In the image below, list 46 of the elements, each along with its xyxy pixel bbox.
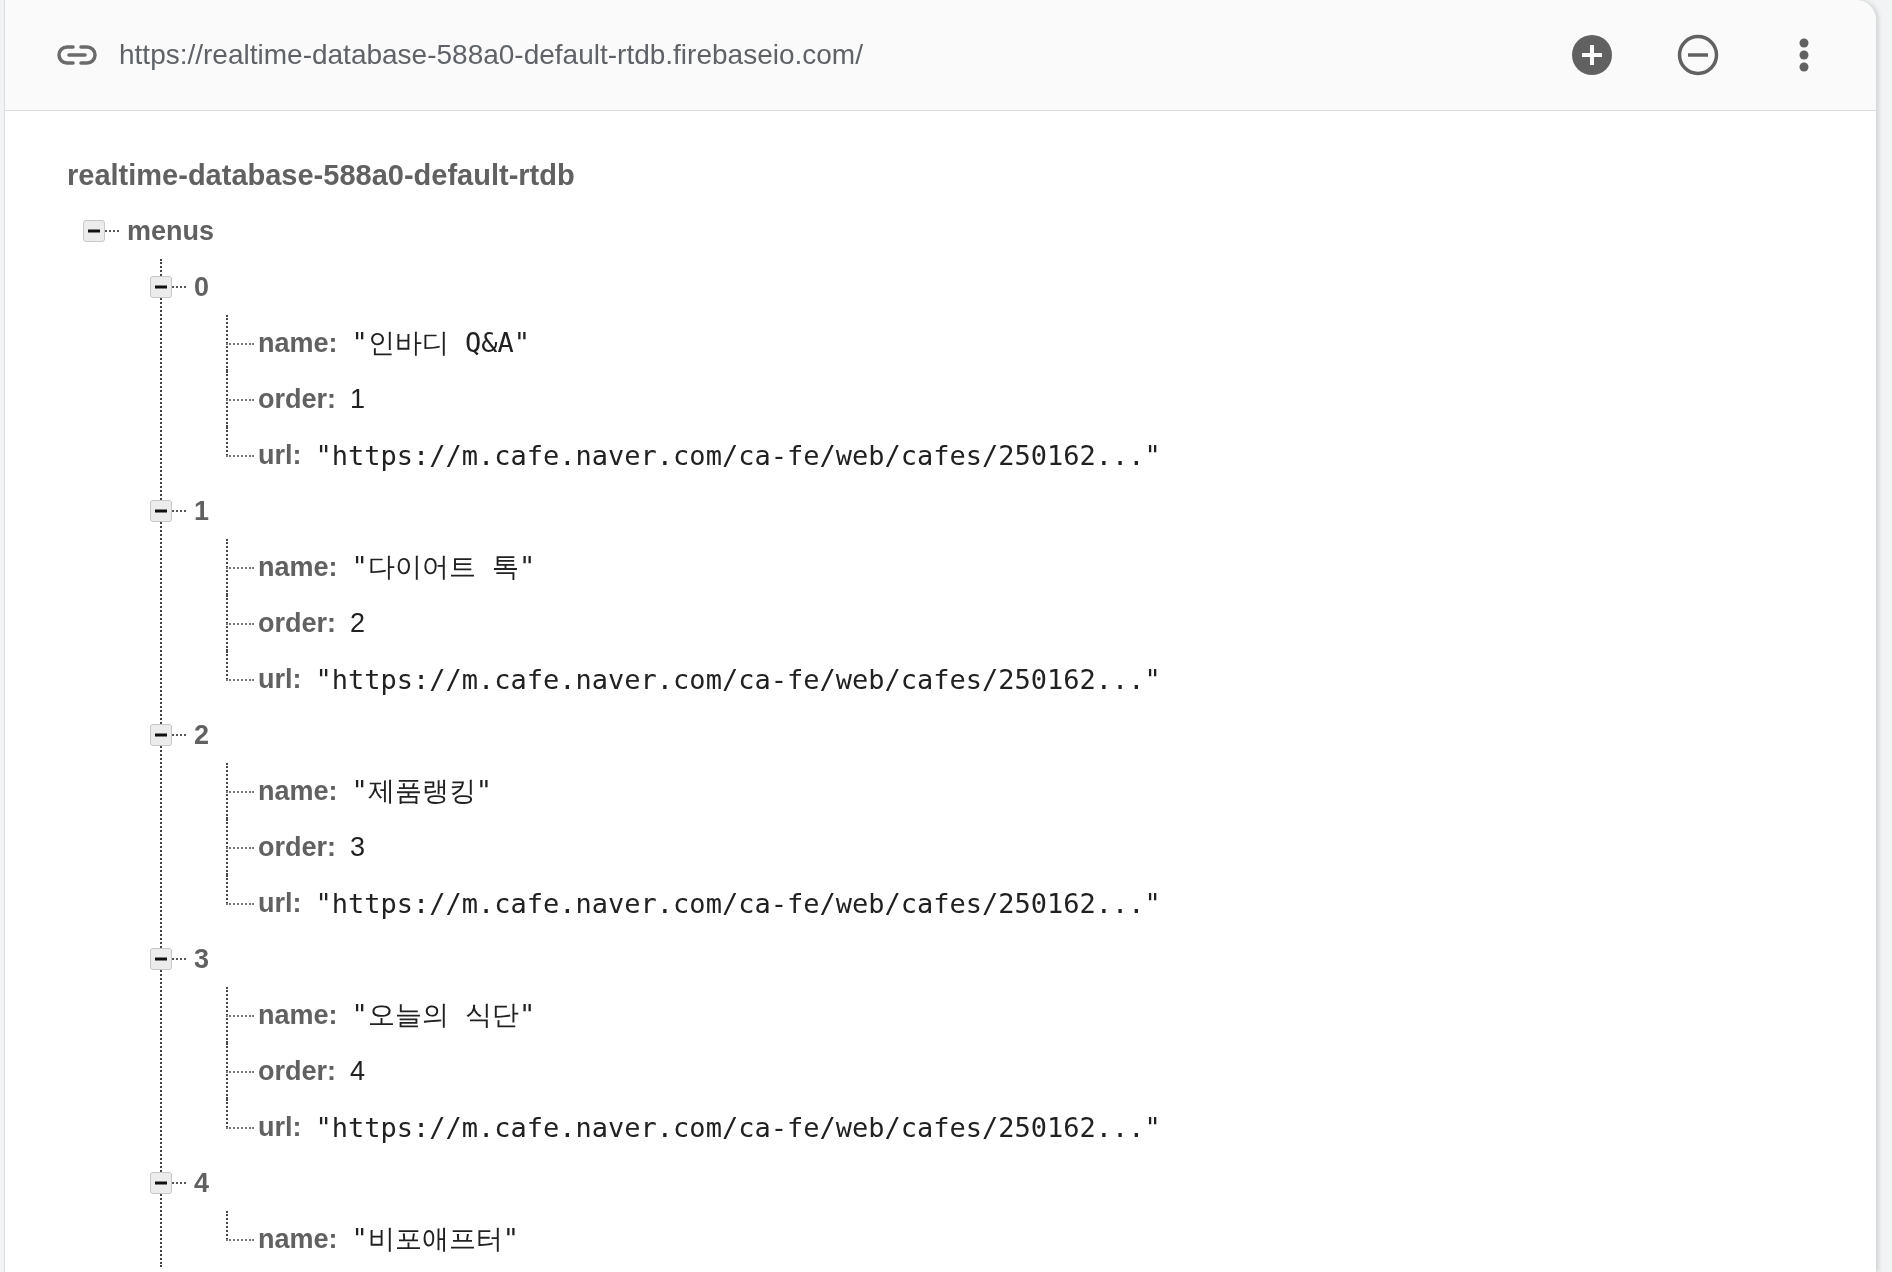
field-value: "https://m.cafe.naver.com/ca-fe/web/cafes/250162..." <box>315 1111 1161 1143</box>
field-key: order: <box>258 607 336 639</box>
collapse-toggle[interactable] <box>150 724 172 746</box>
field-value: "오늘의 식단" <box>351 998 536 1032</box>
node-key[interactable]: 0 <box>194 271 210 303</box>
field-key: url: <box>258 439 302 471</box>
collapse-toggle[interactable] <box>150 276 172 298</box>
field-value: "비포애프터" <box>351 1222 520 1256</box>
field-value: "https://m.cafe.naver.com/ca-fe/web/cafes/250162..." <box>315 887 1161 919</box>
field-value: 4 <box>350 1055 366 1087</box>
collapse-toggle[interactable] <box>150 500 172 522</box>
field-key: order: <box>258 1055 336 1087</box>
node-key[interactable]: 1 <box>194 495 210 527</box>
collapse-toggle[interactable] <box>150 948 172 970</box>
link-icon <box>57 44 97 66</box>
node-key[interactable]: menus <box>127 215 215 247</box>
field-key: url: <box>258 663 302 695</box>
collapse-toggle[interactable] <box>83 220 105 242</box>
add-icon <box>1571 34 1613 76</box>
field-value: "다이어트 톡" <box>351 550 536 584</box>
more-vertical-icon <box>1798 37 1810 73</box>
field-key: url: <box>258 1111 302 1143</box>
database-url: https://realtime-database-588a0-default-rtdb.firebaseio.com/ <box>119 39 864 71</box>
field-key: name: <box>258 551 338 583</box>
collapse-toggle[interactable] <box>150 1172 172 1194</box>
node-key[interactable]: 4 <box>194 1167 210 1199</box>
field-key: url: <box>258 887 302 919</box>
node-key[interactable]: 2 <box>194 719 210 751</box>
field-value: 1 <box>350 383 366 415</box>
field-key: order: <box>258 831 336 863</box>
field-value: 3 <box>350 831 366 863</box>
node-key[interactable]: 3 <box>194 943 210 975</box>
add-button[interactable] <box>1570 33 1614 77</box>
database-root: realtime-database-588a0-default-rtdb <box>67 158 575 192</box>
field-key: name: <box>258 1223 338 1255</box>
field-key: name: <box>258 999 338 1031</box>
field-key: name: <box>258 327 338 359</box>
field-value: 2 <box>350 607 366 639</box>
remove-button[interactable] <box>1676 33 1720 77</box>
field-value: "https://m.cafe.naver.com/ca-fe/web/cafes/250162..." <box>315 663 1161 695</box>
remove-icon <box>1677 34 1719 76</box>
field-key: order: <box>258 383 336 415</box>
field-value: "제품랭킹" <box>351 774 493 808</box>
field-value: "https://m.cafe.naver.com/ca-fe/web/cafes/250162..." <box>315 439 1161 471</box>
field-value: "인바디 Q&A" <box>351 326 531 360</box>
field-key: name: <box>258 775 338 807</box>
